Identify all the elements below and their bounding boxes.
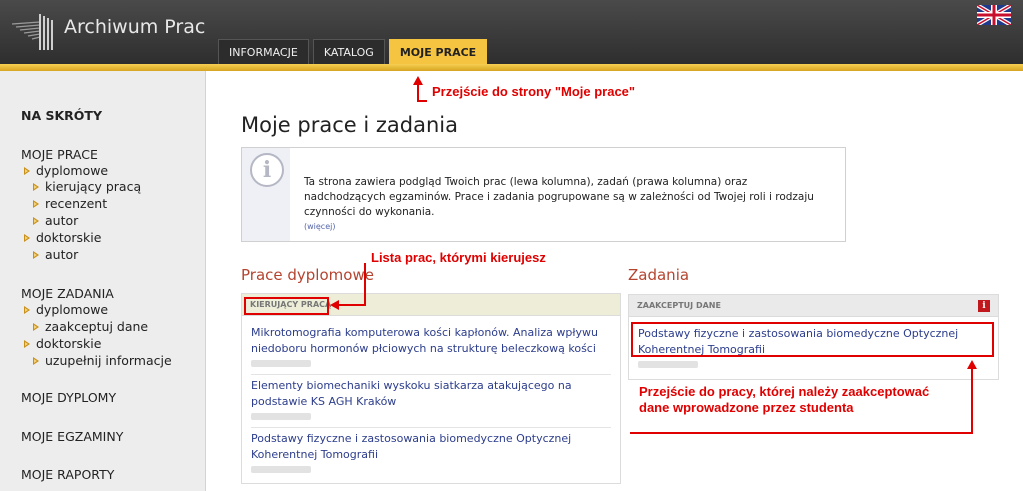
sidebar-item-kierujacy[interactable]: kierujący pracą	[33, 179, 141, 194]
bullet-triangle-icon	[24, 166, 30, 175]
sidebar-moje-prace[interactable]: MOJE PRACE	[21, 147, 98, 162]
sidebar-moje-raporty[interactable]: MOJE RAPORTY	[21, 467, 114, 482]
work-link-2[interactable]: Elementy biomechaniki wyskoku siatkarza …	[251, 378, 611, 410]
annotation-line	[364, 263, 366, 306]
annotation-line	[971, 368, 973, 434]
tab-moje-prace[interactable]: MOJE PRACE	[388, 39, 488, 64]
annotation-przejscie-line1: Przejście do pracy, której należy zaakce…	[639, 384, 930, 399]
sidebar-item-recenzent[interactable]: recenzent	[33, 196, 107, 211]
bullet-triangle-icon	[33, 199, 39, 208]
bullet-triangle-icon	[33, 322, 39, 331]
tab-katalog[interactable]: KATALOG	[312, 39, 385, 64]
archive-logo-icon[interactable]	[10, 10, 56, 52]
work-link-1[interactable]: Mikrotomografia komputerowa kości kapłon…	[251, 325, 601, 357]
annotation-lista-prac: Lista prac, którymi kierujesz	[371, 250, 546, 265]
bullet-triangle-icon	[33, 216, 39, 225]
bullet-triangle-icon	[33, 250, 39, 259]
annotation-arrow-head	[330, 300, 339, 310]
sidebar-heading: NA SKRÓTY	[21, 108, 103, 123]
work-separator	[251, 374, 611, 375]
prace-section-title: Prace dyplomowe	[241, 266, 374, 284]
sidebar-moje-egzaminy[interactable]: MOJE EGZAMINY	[21, 429, 123, 444]
task-meta	[638, 361, 698, 368]
info-more-link[interactable]: (więcej)	[304, 222, 335, 231]
work-meta-3	[251, 466, 311, 473]
top-header: Archiwum Prac INFORMACJE KATALOG MOJE PR…	[0, 0, 1023, 64]
work-separator	[251, 427, 611, 428]
sidebar-item-uzupelnij[interactable]: uzupełnij informacje	[33, 353, 172, 368]
annotation-line	[417, 100, 427, 102]
page-title: Moje prace i zadania	[241, 113, 458, 137]
info-strip: i	[242, 148, 290, 241]
app-title[interactable]: Archiwum Prac	[64, 16, 205, 38]
prace-panel: KIERUJĄCY PRACĄ Mikrotomografia komputer…	[241, 293, 621, 484]
work-link-3[interactable]: Podstawy fizyczne i zastosowania biomedy…	[251, 431, 611, 463]
sidebar-item-zaakceptuj-dane[interactable]: zaakceptuj dane	[33, 319, 148, 334]
work-meta-2	[251, 413, 311, 420]
annotation-przejscie-line2: dane wprowadzone przez studenta	[639, 400, 854, 415]
header-accent-bar	[0, 64, 1023, 71]
bullet-triangle-icon	[33, 182, 39, 191]
zaakceptuj-header: ZAAKCEPTUJ DANE	[629, 295, 998, 317]
annotation-highlight-kierujacy	[244, 297, 329, 315]
bullet-triangle-icon	[24, 233, 30, 242]
sidebar-item-dyplomowe[interactable]: dyplomowe	[24, 163, 108, 178]
info-text: Ta strona zawiera podgląd Twoich prac (l…	[304, 176, 814, 218]
work-meta-1	[251, 360, 311, 367]
annotation-line	[630, 432, 973, 434]
sidebar-item-doktorskie[interactable]: doktorskie	[24, 230, 101, 245]
info-box: i Ta strona zawiera podgląd Twoich prac …	[241, 147, 846, 242]
bullet-triangle-icon	[33, 356, 39, 365]
sidebar-moje-dyplomy[interactable]: MOJE DYPLOMY	[21, 390, 116, 405]
zadania-section-title: Zadania	[628, 266, 690, 284]
sidebar-item-autor-doktorskie[interactable]: autor	[33, 247, 78, 262]
annotation-line	[338, 304, 366, 306]
annotation-highlight-task	[631, 322, 994, 357]
sidebar-item-zadania-dyplomowe[interactable]: dyplomowe	[24, 302, 108, 317]
tab-informacje[interactable]: INFORMACJE	[218, 39, 309, 64]
sidebar: NA SKRÓTY MOJE PRACE dyplomowe kierujący…	[0, 71, 206, 491]
uk-flag-icon[interactable]	[977, 5, 1011, 25]
sidebar-moje-zadania[interactable]: MOJE ZADANIA	[21, 286, 114, 301]
annotation-moje-prace: Przejście do strony "Moje prace"	[432, 84, 636, 99]
bullet-triangle-icon	[24, 339, 30, 348]
sidebar-item-autor[interactable]: autor	[33, 213, 78, 228]
info-icon: i	[250, 153, 284, 187]
alert-icon: i	[978, 300, 990, 312]
bullet-triangle-icon	[24, 305, 30, 314]
main-tabs: INFORMACJE KATALOG MOJE PRACE	[218, 39, 488, 64]
sidebar-item-zadania-doktorskie[interactable]: doktorskie	[24, 336, 101, 351]
